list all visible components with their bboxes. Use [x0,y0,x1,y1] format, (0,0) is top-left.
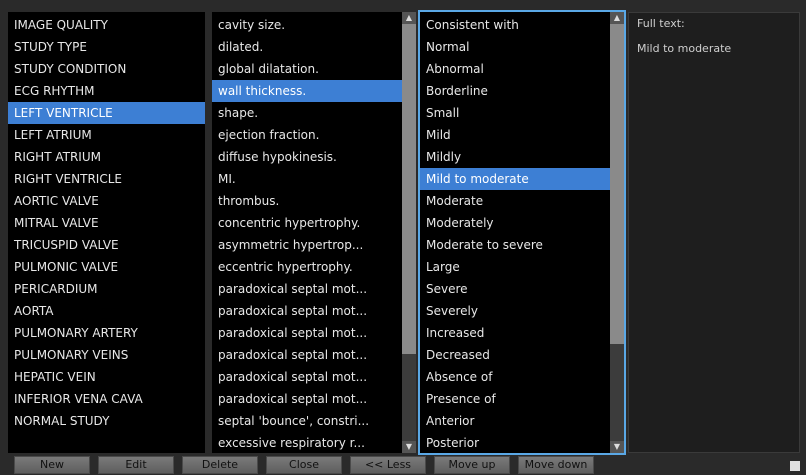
list-item[interactable]: dilated. [212,36,402,58]
list-item[interactable]: RIGHT ATRIUM [8,146,205,168]
list-item[interactable]: thrombus. [212,190,402,212]
list-item[interactable]: Mildly [420,146,610,168]
list-item[interactable]: STUDY CONDITION [8,58,205,80]
list-item[interactable]: Large [420,256,610,278]
move-up-button[interactable]: Move up [434,456,510,474]
scroll-up-icon[interactable]: ▲ [402,12,416,24]
list-item[interactable]: Mild [420,124,610,146]
list-item[interactable]: Posterior [420,432,610,453]
list-item[interactable]: ECG RHYTHM [8,80,205,102]
list-item[interactable]: Normal [420,36,610,58]
list-item[interactable]: Presence of [420,388,610,410]
list-item[interactable]: cavity size. [212,14,402,36]
scrollbar-thumb[interactable] [610,24,624,344]
list-item[interactable]: paradoxical septal mot... [212,344,402,366]
full-text-value: Mild to moderate [637,42,732,55]
list-item[interactable]: PULMONARY VEINS [8,344,205,366]
new-button[interactable]: New [14,456,90,474]
list-item[interactable]: IMAGE QUALITY [8,14,205,36]
scroll-down-icon[interactable]: ▼ [610,441,624,453]
list-item[interactable]: septal 'bounce', constri... [212,410,402,432]
scrollbar-thumb[interactable] [402,24,416,354]
list-item[interactable]: Increased [420,322,610,344]
list-item[interactable]: ejection fraction. [212,124,402,146]
list-item[interactable]: wall thickness. [212,80,402,102]
list-item[interactable]: Abnormal [420,58,610,80]
list-item[interactable]: MI. [212,168,402,190]
list-item[interactable]: INFERIOR VENA CAVA [8,388,205,410]
category-list[interactable]: IMAGE QUALITY STUDY TYPE STUDY CONDITION EC… [8,12,205,453]
list-item[interactable]: Borderline [420,80,610,102]
list-item[interactable]: paradoxical septal mot... [212,322,402,344]
full-text-panel: Full text: Mild to moderate [628,12,800,453]
move-down-button[interactable]: Move down [518,456,594,474]
edit-button[interactable]: Edit [98,456,174,474]
list-item[interactable]: STUDY TYPE [8,36,205,58]
list-item[interactable]: Consistent with [420,14,610,36]
list-item[interactable]: shape. [212,102,402,124]
modifier-list-scrollbar[interactable]: ▲ ▼ [610,12,624,453]
list-item[interactable]: AORTIC VALVE [8,190,205,212]
list-item[interactable]: PULMONARY ARTERY [8,322,205,344]
list-item[interactable]: Severe [420,278,610,300]
list-item[interactable]: diffuse hypokinesis. [212,146,402,168]
list-item[interactable]: paradoxical septal mot... [212,366,402,388]
list-item[interactable]: paradoxical septal mot... [212,300,402,322]
list-item[interactable]: Mild to moderate [420,168,610,190]
list-item[interactable]: Anterior [420,410,610,432]
list-item[interactable]: Decreased [420,344,610,366]
list-item[interactable]: RIGHT VENTRICLE [8,168,205,190]
modifier-list[interactable]: Consistent with Normal Abnormal Borderline S… [420,12,610,453]
scroll-up-icon[interactable]: ▲ [610,12,624,24]
list-item[interactable]: eccentric hypertrophy. [212,256,402,278]
list-item[interactable]: HEPATIC VEIN [8,366,205,388]
list-item[interactable]: global dilatation. [212,58,402,80]
finding-list[interactable]: cavity size. dilated. global dilatation. wa… [212,12,402,453]
list-item[interactable]: asymmetric hypertrop... [212,234,402,256]
list-item[interactable]: paradoxical septal mot... [212,278,402,300]
delete-button[interactable]: Delete [182,456,258,474]
list-item[interactable]: Moderate [420,190,610,212]
finding-list-scrollbar[interactable]: ▲ ▼ [402,12,416,453]
list-item[interactable]: Moderate to severe [420,234,610,256]
list-item[interactable]: NORMAL STUDY [8,410,205,432]
scroll-down-icon[interactable]: ▼ [402,441,416,453]
list-item[interactable]: LEFT ATRIUM [8,124,205,146]
less-button[interactable]: << Less [350,456,426,474]
list-item[interactable]: PERICARDIUM [8,278,205,300]
list-item[interactable]: Small [420,102,610,124]
full-text-label: Full text: [637,17,685,30]
list-item[interactable]: PULMONIC VALVE [8,256,205,278]
list-item[interactable]: Severely [420,300,610,322]
list-item[interactable]: MITRAL VALVE [8,212,205,234]
list-item[interactable]: AORTA [8,300,205,322]
close-button[interactable]: Close [266,456,342,474]
list-item[interactable]: TRICUSPID VALVE [8,234,205,256]
list-item[interactable]: LEFT VENTRICLE [8,102,205,124]
list-item[interactable]: excessive respiratory r... [212,432,402,453]
list-item[interactable]: Absence of [420,366,610,388]
list-item[interactable]: paradoxical septal mot... [212,388,402,410]
resize-grip-icon[interactable] [790,461,800,471]
list-item[interactable]: concentric hypertrophy. [212,212,402,234]
list-item[interactable]: Moderately [420,212,610,234]
